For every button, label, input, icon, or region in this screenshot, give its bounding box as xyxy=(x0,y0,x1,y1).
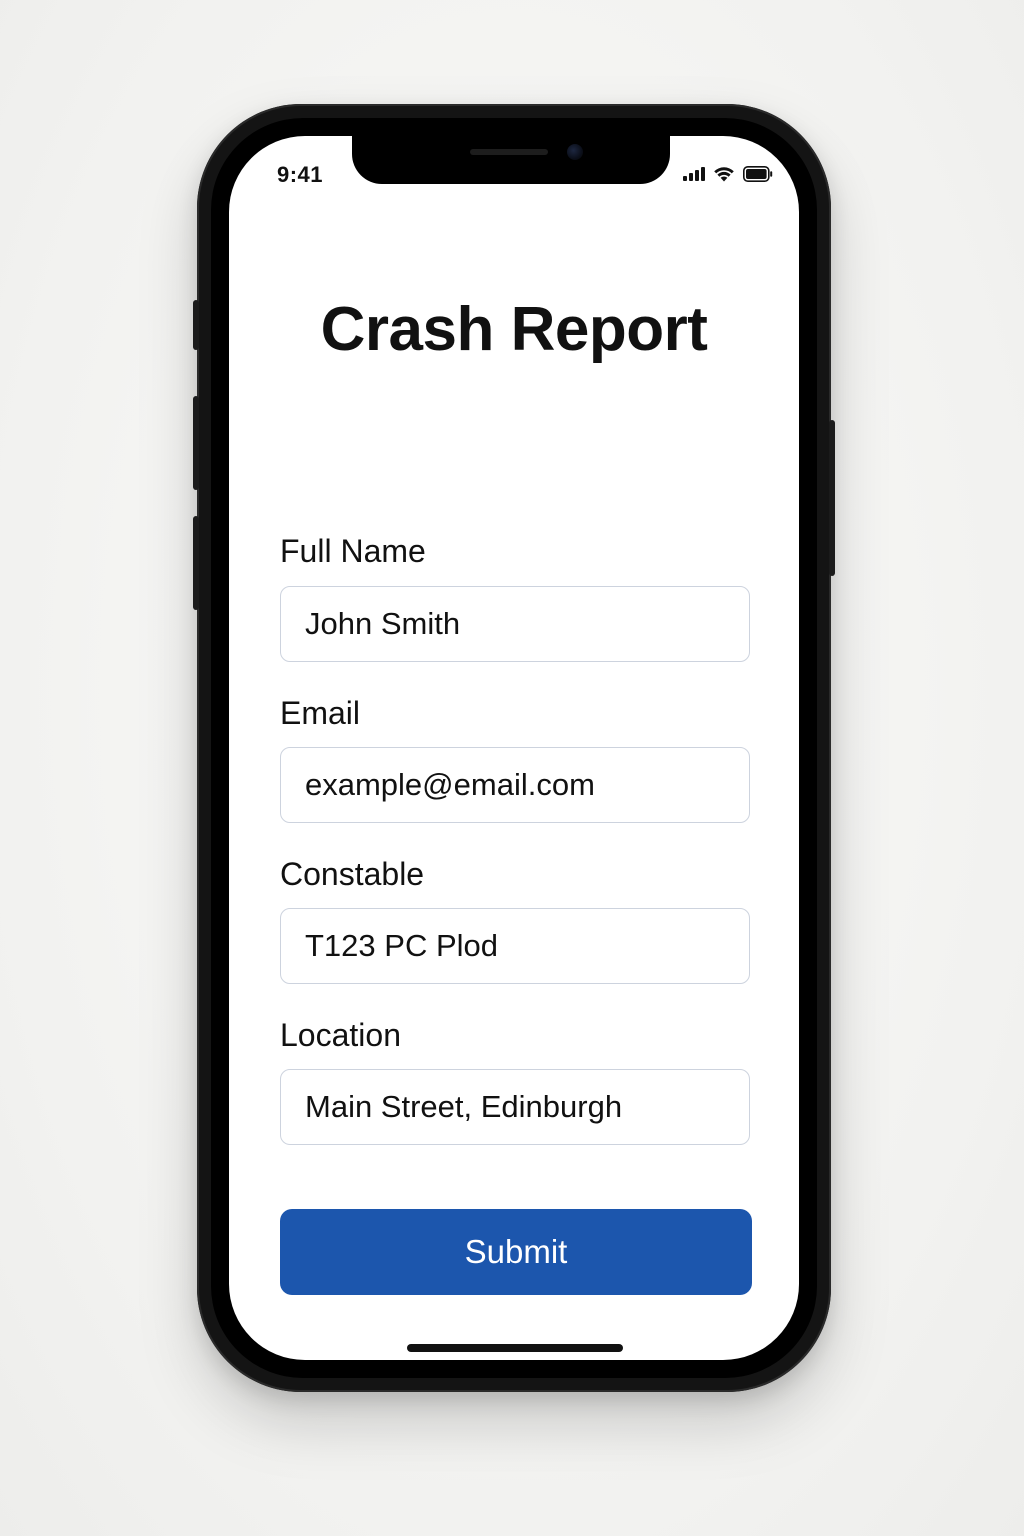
full-name-field[interactable] xyxy=(280,586,750,662)
constable-label: Constable xyxy=(280,856,425,892)
speaker-grille xyxy=(470,149,548,155)
submit-button[interactable]: Submit xyxy=(280,1209,752,1295)
email-field[interactable] xyxy=(280,747,750,823)
wifi-icon xyxy=(713,166,735,182)
constable-field[interactable] xyxy=(280,908,750,984)
email-label: Email xyxy=(280,695,361,731)
home-indicator[interactable] xyxy=(407,1344,623,1352)
volume-up-button xyxy=(193,396,199,490)
status-icons xyxy=(683,166,773,182)
location-label: Location xyxy=(280,1017,401,1053)
power-button xyxy=(829,420,835,576)
phone-screen: 9:41 Crash Report Full Name John Smith E… xyxy=(229,136,799,1360)
notch xyxy=(352,136,670,184)
full-name-label: Full Name xyxy=(280,533,426,569)
front-camera xyxy=(567,144,583,160)
phone-device: 9:41 Crash Report Full Name John Smith E… xyxy=(193,104,835,1392)
location-field[interactable] xyxy=(280,1069,750,1145)
page-title: Crash Report xyxy=(320,295,708,364)
battery-icon xyxy=(743,166,773,182)
page-background: 9:41 Crash Report Full Name John Smith E… xyxy=(0,0,1024,1536)
status-time: 9:41 xyxy=(277,162,324,187)
mute-switch xyxy=(193,300,199,350)
signal-icon xyxy=(683,167,705,181)
volume-down-button xyxy=(193,516,199,610)
